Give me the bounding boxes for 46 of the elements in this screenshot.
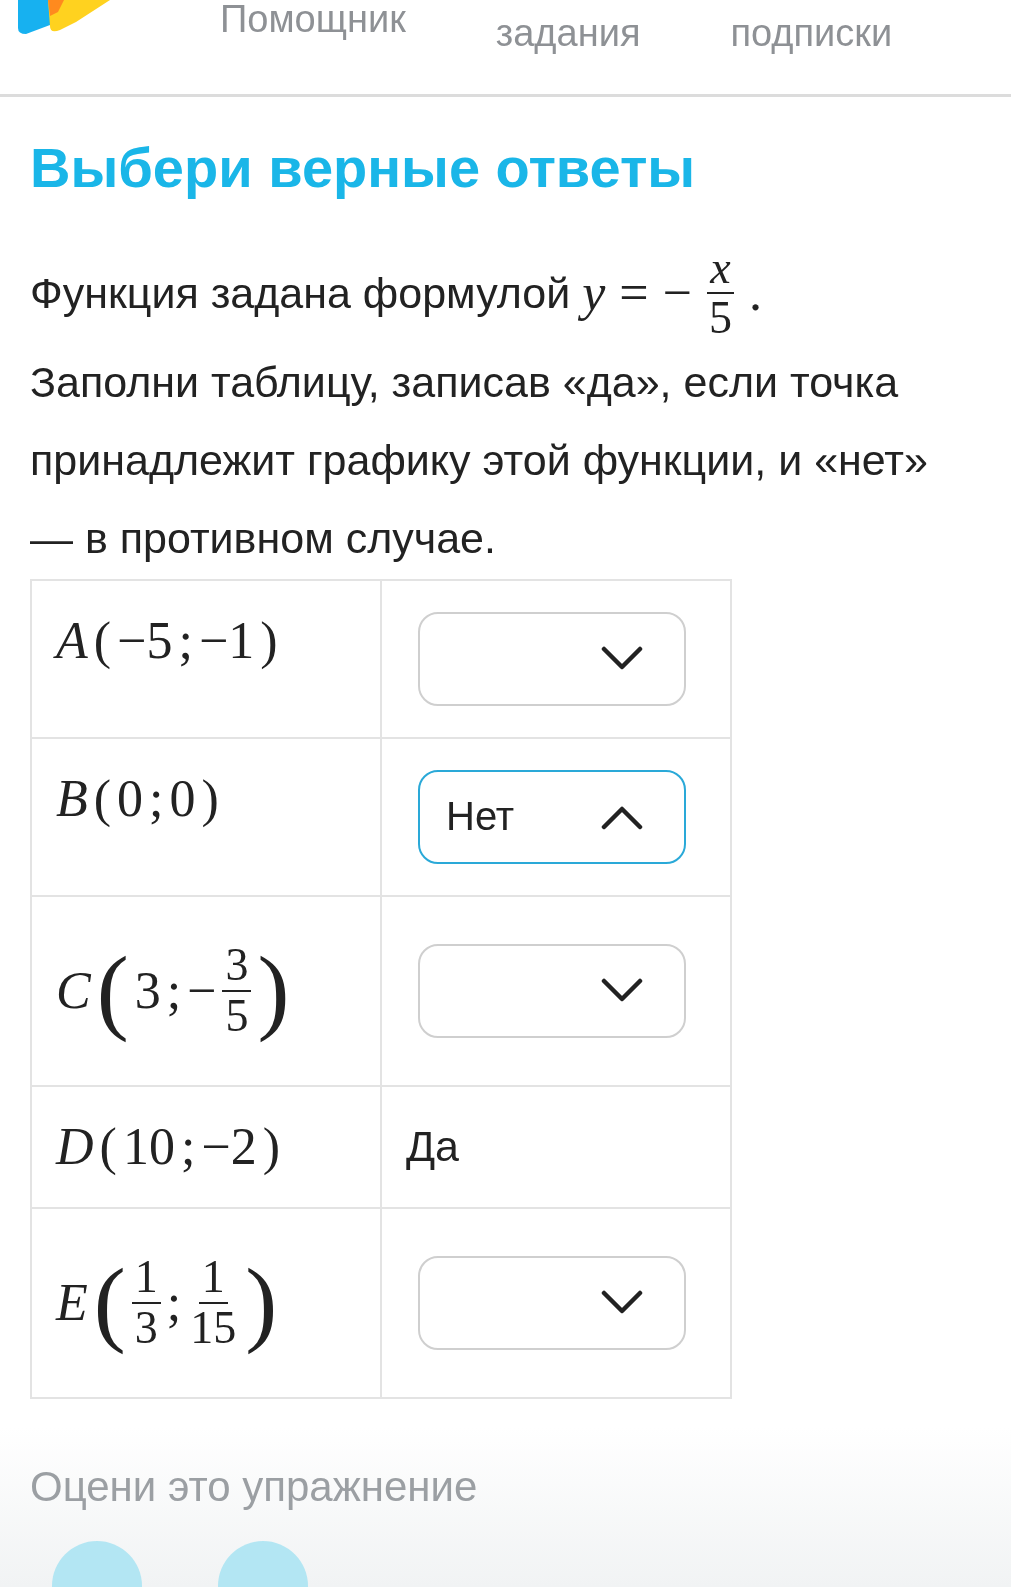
logo-icon[interactable]: [18, 0, 110, 34]
nav-link[interactable]: задания: [495, 14, 641, 52]
answer-dropdown[interactable]: Нет: [418, 769, 686, 864]
point-label: E: [56, 1273, 88, 1333]
math-text: 10: [122, 1116, 175, 1176]
math-text: 0: [169, 768, 196, 828]
math-text: ;: [149, 768, 164, 828]
fraction: 3 5: [222, 941, 252, 1040]
math-text: ;: [178, 610, 193, 670]
math-text: ;: [166, 961, 182, 1021]
rating-label: Оцени это упражнение: [30, 1463, 479, 1511]
fraction: 1 3: [131, 1253, 161, 1352]
math-text: 3: [134, 961, 161, 1021]
chevron-icon: [600, 645, 644, 672]
fraction: 1 15: [189, 1253, 238, 1352]
point-label: B: [56, 768, 88, 828]
math-text: ): [245, 1247, 278, 1358]
chevron-icon: [600, 1289, 644, 1316]
math-text: (: [96, 935, 129, 1046]
math-text: 0: [117, 768, 144, 828]
math-text: (: [93, 768, 112, 829]
point-label: D: [56, 1116, 94, 1176]
instruction-text: Заполни таблицу, записав «да», если точка принадлежит графику этой функции, и «нет» — в противном случае.: [30, 356, 929, 564]
answer-dropdown[interactable]: [418, 611, 686, 706]
math-text: ): [262, 1116, 280, 1177]
math-text: −: [187, 961, 217, 1021]
answer-dropdown[interactable]: [418, 1255, 686, 1350]
statement-text: Функция задана формулой: [30, 268, 571, 320]
math-text: (: [93, 1247, 126, 1358]
chevron-icon: [600, 977, 644, 1004]
math-text: (: [99, 1116, 117, 1177]
math-text: −1: [198, 610, 255, 670]
math-text: −2: [201, 1116, 257, 1176]
math-text: ): [201, 768, 219, 829]
point-label: C: [56, 961, 91, 1021]
math-text: ): [257, 935, 290, 1046]
math-text: (: [93, 610, 112, 671]
math-text: ;: [166, 1273, 182, 1333]
math-text: −5: [117, 610, 173, 670]
nav-link[interactable]: подписки: [730, 14, 893, 52]
task-title: Выбери верные ответы: [30, 135, 697, 200]
math-text: ;: [180, 1116, 196, 1176]
answer-text: Да: [406, 1122, 460, 1171]
math-text: ): [260, 610, 278, 671]
answer-dropdown[interactable]: [418, 943, 686, 1038]
nav-link[interactable]: Помощник: [220, 0, 406, 52]
